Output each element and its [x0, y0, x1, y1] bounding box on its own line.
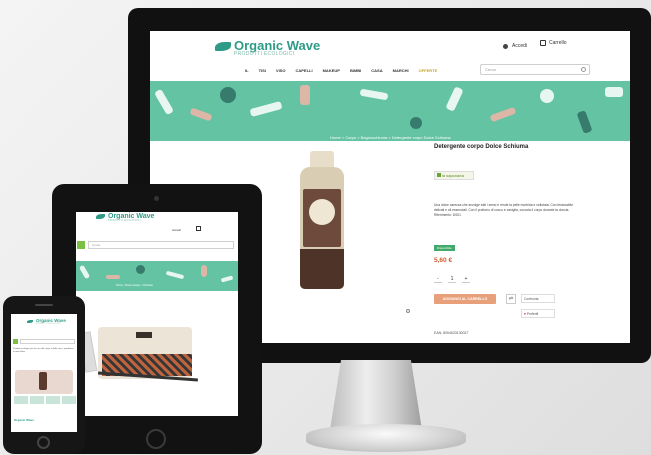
monitor-stand — [330, 360, 422, 430]
bag-icon — [540, 40, 546, 46]
tablet-screen: Organic Wave PRODOTTI ECOLOGICI Accedi Ce… — [76, 212, 238, 416]
bottle-illustration — [445, 86, 464, 112]
product-reference: Riferimento: DS01 — [434, 212, 461, 217]
bottle-illustration — [576, 110, 593, 134]
phone-screen: Organic Wave PRODOTTI ECOLOGICI Prodotti … — [11, 314, 77, 432]
box-illustration — [605, 87, 623, 97]
quantity-stepper[interactable]: - 1 + — [434, 276, 470, 283]
logo-subtext: PRODOTTI ECOLOGICI — [108, 219, 141, 222]
jar-illustration — [300, 85, 310, 105]
home-button[interactable] — [37, 436, 50, 449]
nav-item-offers[interactable]: OFFERTE — [419, 68, 438, 73]
thumbnail[interactable] — [62, 396, 76, 404]
bottle-illustration — [154, 88, 174, 116]
product-image[interactable] — [292, 151, 352, 311]
camera-icon — [154, 196, 159, 201]
brand-logo[interactable]: la saponaria — [434, 171, 474, 180]
promo-image[interactable] — [15, 370, 73, 394]
category-banner — [150, 81, 630, 141]
nav-item[interactable]: CAPELLI — [295, 68, 312, 73]
breadcrumb[interactable]: Home > Borse beauty > Pochette — [116, 284, 153, 287]
nav-item[interactable]: BIMBI — [350, 68, 361, 73]
search-placeholder: Cerca — [485, 67, 496, 72]
speaker-icon — [35, 304, 53, 306]
product-ean: EAN: 8054633130027 — [434, 331, 469, 335]
bag-icon[interactable] — [196, 226, 201, 231]
brand-name: la saponaria — [442, 173, 464, 178]
product-description: Una dolce carezza che avvolge tutti i se… — [434, 203, 584, 217]
nav-item[interactable]: MAKEUP — [323, 68, 340, 73]
search-input[interactable]: Cerca — [88, 241, 234, 249]
thumbnail[interactable] — [46, 396, 60, 404]
nav-item[interactable]: IL — [245, 68, 249, 73]
leaf-icon — [215, 42, 231, 51]
nav-item[interactable]: VISO — [276, 68, 286, 73]
nav-item[interactable]: TISI — [259, 68, 266, 73]
logo-subtext: PRODOTTI ECOLOGICI — [36, 322, 62, 325]
qty-value[interactable]: 1 — [448, 276, 456, 283]
thumbnail[interactable] — [14, 396, 28, 404]
cart-label: Carrello — [549, 40, 567, 46]
qty-minus-button[interactable]: - — [434, 276, 442, 283]
compare-button[interactable]: Confronta — [521, 294, 555, 303]
thumbnail-row — [14, 396, 76, 404]
nav-item[interactable]: CASA — [371, 68, 382, 73]
menu-icon[interactable] — [77, 241, 85, 249]
breadcrumb[interactable]: Home > Corpo > Bagnoschiuma > Detergente… — [330, 135, 451, 140]
search-input[interactable] — [20, 339, 75, 344]
compact-illustration — [220, 87, 236, 103]
product-price: 5,60 € — [434, 257, 453, 264]
monitor-base — [306, 424, 466, 452]
description-text: Una dolce carezza che avvolge tutti i se… — [434, 203, 573, 212]
main-nav: IL TISI VISO CAPELLI MAKEUP BIMBI CASA M… — [245, 68, 437, 73]
menu-icon[interactable] — [13, 339, 18, 344]
home-button[interactable] — [146, 429, 166, 449]
toothbrush-illustration — [359, 88, 389, 101]
nav-item[interactable]: MARCHI — [393, 68, 409, 73]
brand-icon — [437, 173, 441, 177]
leaf-icon — [96, 214, 105, 219]
site-header: Organic Wave PRODOTTI ECOLOGICI Accedi Ca… — [150, 31, 630, 65]
sponge-illustration — [540, 89, 554, 103]
footer-logo: Organic Wave — [14, 418, 34, 422]
search-input[interactable]: Cerca — [480, 64, 590, 75]
intro-text: Prodotti ecologici per la cura del corpo… — [13, 348, 74, 354]
phone-device: Organic Wave PRODOTTI ECOLOGICI Prodotti … — [3, 296, 85, 454]
cart-link[interactable]: Carrello — [540, 40, 567, 46]
soap-illustration — [410, 117, 422, 129]
stock-badge: Disponibile — [434, 245, 455, 251]
tube-illustration — [489, 106, 517, 123]
compare-icon-button[interactable]: ⇄ — [506, 294, 516, 304]
account-link[interactable]: Accedi — [172, 228, 181, 232]
brush-illustration — [189, 107, 213, 122]
product-title: Detergente corpo Dolce Schiuma — [434, 144, 529, 150]
heart-icon: ♥ — [524, 312, 526, 316]
wishlist-button[interactable]: ♥ Preferiti — [521, 309, 555, 318]
tube-illustration — [249, 100, 283, 118]
category-banner — [76, 261, 238, 291]
user-icon — [503, 43, 508, 49]
thumbnail[interactable] — [30, 396, 44, 404]
search-icon[interactable] — [581, 67, 586, 72]
account-link[interactable]: Accedi — [503, 43, 527, 49]
site-logo[interactable]: Organic Wave PRODOTTI ECOLOGICI — [96, 213, 154, 223]
leaf-icon — [27, 320, 33, 323]
add-to-cart-button[interactable]: AGGIUNGI AL CARRELLO — [434, 294, 496, 304]
qty-plus-button[interactable]: + — [462, 276, 470, 283]
site-logo[interactable]: Organic Wave PRODOTTI ECOLOGICI — [215, 39, 320, 57]
account-label: Accedi — [512, 43, 528, 49]
site-logo[interactable]: Organic Wave PRODOTTI ECOLOGICI — [27, 318, 66, 325]
zoom-icon[interactable] — [406, 309, 410, 313]
